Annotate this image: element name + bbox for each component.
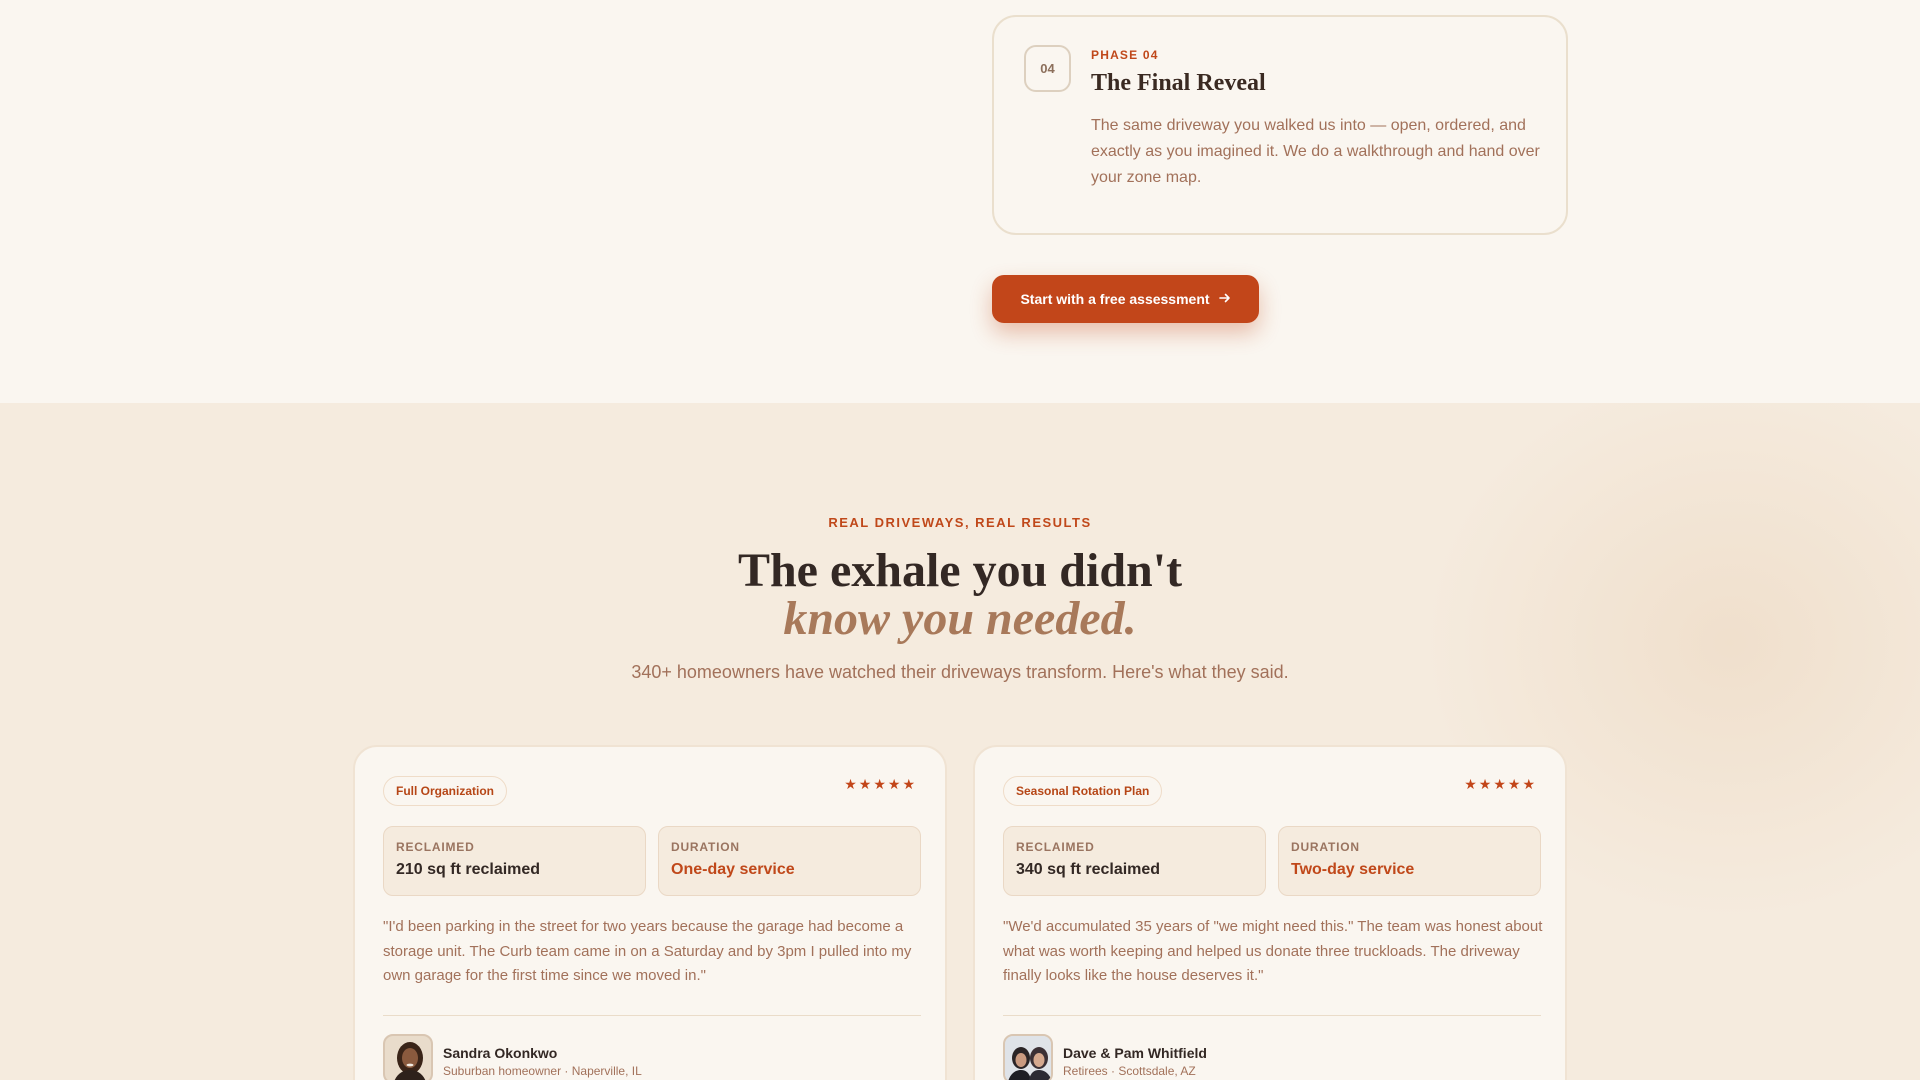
divider xyxy=(383,1015,921,1016)
cta-label: Start with a free assessment xyxy=(1020,291,1210,307)
stat-value: One-day service xyxy=(671,861,795,878)
process-section: 04 PHASE 04 The Final Reveal The same dr… xyxy=(0,0,1920,403)
phase-label: PHASE 04 xyxy=(1091,48,1159,62)
stat-label: RECLAIMED xyxy=(1016,840,1095,854)
phase-card: 04 PHASE 04 The Final Reveal The same dr… xyxy=(992,15,1568,235)
avatar xyxy=(1003,1034,1053,1080)
avatar xyxy=(383,1034,433,1080)
service-tag: Seasonal Rotation Plan xyxy=(1003,776,1163,806)
stat-value: 340 sq ft reclaimed xyxy=(1016,861,1161,878)
author-meta: Suburban homeowner · Naperville, IL xyxy=(443,1064,642,1078)
testimonials-section: REAL DRIVEWAYS, REAL RESULTS The exhale … xyxy=(0,403,1920,1080)
testimonial-quote: "We'd accumulated 35 years of "we might … xyxy=(1003,918,1543,984)
author-name: Dave & Pam Whitfield xyxy=(1063,1045,1207,1061)
author-name: Sandra Okonkwo xyxy=(443,1045,558,1061)
section-eyebrow: REAL DRIVEWAYS, REAL RESULTS xyxy=(828,515,1092,530)
section-subhead: 340+ homeowners have watched their drive… xyxy=(631,662,1289,682)
author-meta: Retirees · Scottsdale, AZ xyxy=(1063,1064,1196,1078)
free-assessment-button[interactable]: Start with a free assessment xyxy=(992,275,1259,323)
testimonial-card: Full Organization ★★★★★ RECLAIMED 210 sq… xyxy=(353,745,947,1080)
phase-description: The same driveway you walked us into — o… xyxy=(1091,117,1540,186)
divider xyxy=(1003,1015,1541,1016)
stat-value: 210 sq ft reclaimed xyxy=(396,861,541,878)
stat-duration: DURATION Two-day service xyxy=(1278,826,1541,896)
testimonial-card: Seasonal Rotation Plan ★★★★★ RECLAIMED 3… xyxy=(973,745,1567,1080)
service-tag: Full Organization xyxy=(383,776,507,806)
phase-title: The Final Reveal xyxy=(1091,70,1266,96)
section-headline-italic: know you needed. xyxy=(783,592,1137,645)
stat-label: DURATION xyxy=(671,840,740,854)
testimonial-quote: "I'd been parking in the street for two … xyxy=(383,918,912,984)
stat-value: Two-day service xyxy=(1291,861,1415,878)
star-rating-icon: ★★★★★ xyxy=(1464,776,1537,792)
arrow-right-icon xyxy=(1218,292,1231,306)
phase-number-badge: 04 xyxy=(1024,45,1071,92)
stat-duration: DURATION One-day service xyxy=(658,826,921,896)
stat-label: DURATION xyxy=(1291,840,1360,854)
star-rating-icon: ★★★★★ xyxy=(844,776,917,792)
stat-reclaimed: RECLAIMED 340 sq ft reclaimed xyxy=(1003,826,1266,896)
stat-reclaimed: RECLAIMED 210 sq ft reclaimed xyxy=(383,826,646,896)
stat-label: RECLAIMED xyxy=(396,840,475,854)
